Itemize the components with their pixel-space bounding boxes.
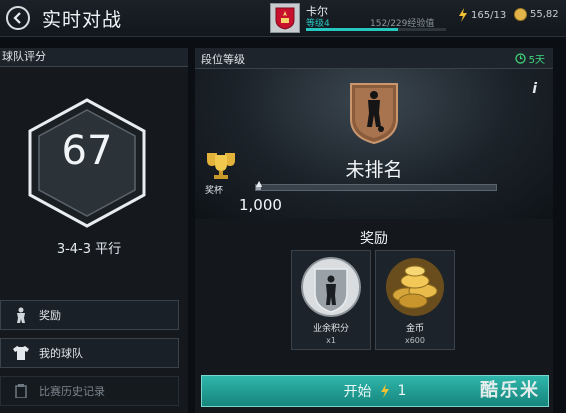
rank-name: 未排名 — [345, 159, 403, 181]
team-rating-panel: 球队评分 67 3-4-3 平行 奖励 我的球队 比赛历史记录 — [0, 48, 188, 413]
xp-progress-fill — [306, 28, 399, 31]
division-banner: i 未排名 奖杯 ▲ 1,000 — [195, 69, 553, 219]
coin-value: 55,82 — [530, 9, 559, 20]
info-icon[interactable]: i — [532, 81, 537, 97]
progress-marker-icon: ▲ — [256, 179, 263, 188]
match-history-menu-label: 比赛历史记录 — [39, 385, 105, 398]
club-badge-icon — [270, 3, 300, 33]
reward-quantity: x1 — [326, 336, 336, 345]
division-progress-value: 1,000 — [239, 196, 282, 214]
season-timer: 5天 — [514, 51, 545, 66]
edge-strip — [553, 48, 566, 413]
clock-icon — [514, 53, 526, 64]
trophy-icon — [203, 151, 239, 181]
page-title: 实时对战 — [42, 9, 123, 31]
player-profile[interactable]: 卡尔 等级4 152/229经验值 — [270, 3, 450, 33]
chevron-left-icon — [13, 12, 21, 24]
jersey-icon — [11, 346, 31, 360]
amateur-badge-icon — [301, 257, 361, 317]
xp-progress-bar — [306, 28, 446, 31]
coin-counter[interactable]: 55,82 — [514, 8, 559, 21]
team-rating-value: 67 — [61, 128, 113, 174]
watermark: 酷乐米 — [480, 380, 540, 401]
rating-hexagon: 67 — [26, 98, 148, 228]
reward-name: 金币 — [405, 324, 424, 334]
my-team-menu-label: 我的球队 — [39, 347, 83, 360]
trophy-label: 奖杯 — [205, 186, 224, 196]
back-button[interactable] — [6, 6, 30, 30]
start-cost: 1 — [397, 383, 407, 399]
coin-icon — [514, 8, 527, 21]
clipboard-icon — [11, 384, 31, 398]
formation-label: 3-4-3 平行 — [56, 242, 122, 257]
rewards-menu-label: 奖励 — [39, 309, 61, 322]
gold-coins-icon — [385, 257, 445, 317]
reward-name: 业余积分 — [312, 324, 349, 334]
my-team-menu-button[interactable]: 我的球队 — [0, 338, 179, 368]
lightning-icon — [380, 384, 389, 398]
division-title: 段位等级 — [201, 53, 245, 66]
reward-card-amateur-points[interactable]: 业余积分 x1 — [291, 250, 371, 350]
team-rating-title: 球队评分 — [0, 48, 188, 67]
match-history-menu-button[interactable]: 比赛历史记录 — [0, 376, 179, 406]
rewards-menu-button[interactable]: 奖励 — [0, 300, 179, 330]
top-bar: 实时对战 卡尔 等级4 152/229经验值 165/13 55,82 — [0, 0, 566, 37]
reward-quantity: x600 — [404, 336, 425, 345]
start-label: 开始 — [343, 384, 372, 400]
division-panel: 段位等级 5天 i 未排名 奖杯 ▲ 1,000 奖励 业余积分 x1 金币 x… — [195, 48, 553, 413]
rewards-title: 奖励 — [360, 231, 388, 247]
division-progress-bar — [255, 184, 497, 191]
energy-counter[interactable]: 165/13 — [458, 8, 506, 22]
reward-card-coins[interactable]: 金币 x600 — [375, 250, 455, 350]
unranked-badge-icon — [345, 81, 403, 145]
timer-value: 5天 — [528, 55, 545, 66]
energy-value: 165/13 — [471, 9, 507, 21]
division-header: 段位等级 5天 — [195, 48, 553, 69]
lightning-icon — [459, 8, 467, 22]
player-icon — [11, 307, 31, 323]
